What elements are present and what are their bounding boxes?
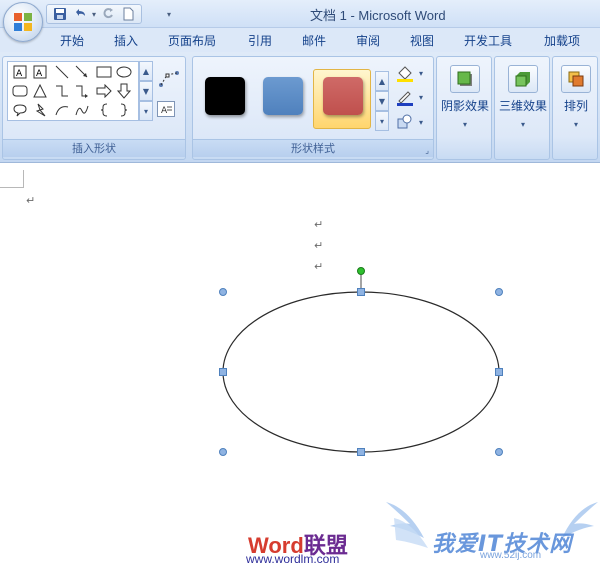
resize-handle-top-right[interactable] — [495, 288, 503, 296]
resize-handle-top-left[interactable] — [219, 288, 227, 296]
52ij-url: www.52ij.com — [480, 550, 542, 561]
wordlm-url: www.wordlm.com — [246, 552, 340, 566]
resize-handle-bottom[interactable] — [357, 448, 365, 456]
word-window: ▾ ▾ 文档 1 - Microsoft Word 开始 插入 页面布局 引用 … — [0, 0, 600, 571]
resize-handle-top[interactable] — [357, 288, 365, 296]
resize-handle-bottom-right[interactable] — [495, 448, 503, 456]
oval-shape-layer — [219, 267, 503, 456]
resize-handle-right[interactable] — [495, 368, 503, 376]
oval-shape[interactable] — [222, 291, 500, 453]
resize-handle-left[interactable] — [219, 368, 227, 376]
office-button[interactable] — [3, 2, 43, 42]
rotation-handle[interactable] — [357, 267, 365, 275]
resize-handle-bottom-left[interactable] — [219, 448, 227, 456]
office-logo-icon — [14, 13, 32, 31]
